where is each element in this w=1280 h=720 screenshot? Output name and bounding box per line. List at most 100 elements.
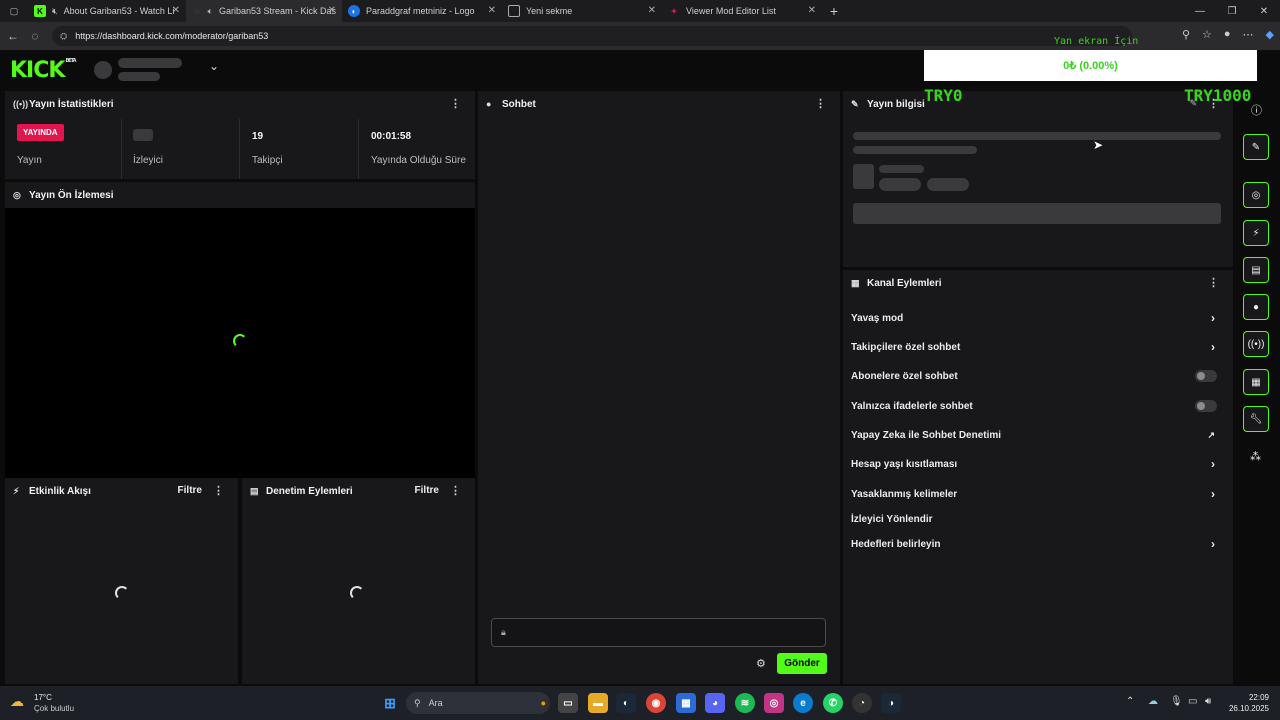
task-view-icon[interactable]: ▭ [558,693,578,713]
action-set-goals[interactable]: Hedefleri belirleyin › [851,534,1217,554]
stream-preview-video[interactable] [5,208,475,478]
microphone-icon[interactable]: 🎙︎ [1170,696,1183,707]
chevron-right-icon: › [1211,457,1215,471]
document-icon[interactable]: ▤ [1243,257,1269,283]
weather-icon[interactable]: ☁ [10,693,30,713]
steam-icon[interactable]: ◐ [616,693,636,713]
action-label: Yapay Zeka ile Sohbet Denetimi [851,429,1002,441]
new-tab-button[interactable]: + [822,3,846,19]
obs-icon[interactable]: ◔ [852,693,872,713]
more-options-icon[interactable]: ⋮ [213,484,224,497]
weather-temp[interactable]: 17°C [34,693,52,702]
window-close-icon[interactable]: ✕ [1248,6,1280,17]
channel-actions-icon[interactable]: ▦ [1243,369,1269,395]
edit-pencil-icon[interactable]: ✎ [1243,134,1269,160]
more-options-icon[interactable]: ⋮ [815,97,826,110]
mouse-cursor-icon: ➤ [1093,138,1104,152]
action-banned-words[interactable]: Yasaklanmış kelimeler › [851,484,1217,504]
preview-tool-icon[interactable]: ◎ [1243,182,1269,208]
weather-desc[interactable]: Çok bulutlu [34,704,74,713]
favorites-icon[interactable]: ☆ [1202,28,1212,41]
external-link-icon: ↗ [1207,429,1215,440]
menu-dots-icon[interactable]: ⋯ [1243,28,1254,41]
action-slow-mode[interactable]: Yavaş mod › [851,308,1217,328]
clock-time[interactable]: 22:09 [1231,693,1269,702]
filter-button[interactable]: Filtre [415,485,439,496]
add-widget-icon[interactable]: ⁂ [1250,450,1261,463]
gear-icon[interactable]: ⚙ [756,657,766,670]
broadcast-icon[interactable]: ((•)) [1243,331,1269,357]
lock-icon: 🔒︎ [501,627,506,637]
profile-icon[interactable]: ● [1224,28,1231,41]
whatsapp-icon[interactable]: ✆ [823,693,843,713]
chat-bubble-icon[interactable]: ● [1243,294,1269,320]
taskbar-search[interactable]: ⚲ Ara ● [406,692,550,714]
send-button[interactable]: Gönder [777,653,827,674]
instagram-icon[interactable]: ◎ [764,693,784,713]
action-label: Hesap yaşı kısıtlaması [851,458,958,470]
moderation-actions-panel: ▤ Denetim Eylemleri Filtre ⋮ [242,478,475,684]
action-label: İzleyici Yönlendir [851,513,933,525]
extensions-icon[interactable]: ⚲ [1182,28,1190,41]
speaker-icon[interactable]: 🔈︎ [208,6,213,17]
onedrive-icon[interactable]: ☁ [1148,696,1158,707]
chevron-down-icon[interactable]: ⌄ [209,59,219,73]
network-icon[interactable]: ▭ [1188,696,1197,707]
clock-date[interactable]: 26.10.2025 [1224,704,1269,713]
info-icon[interactable]: ⓘ [1251,102,1262,118]
search-highlight-icon: ● [540,698,546,708]
subscribers-only-toggle[interactable] [1195,370,1217,382]
restore-icon[interactable]: ❐ [1216,6,1248,17]
action-account-age-restriction[interactable]: Hesap yaşı kısıtlaması › [851,454,1217,474]
chrome-icon[interactable]: ◉ [646,693,666,713]
overlay-goal-box: 0₺ (0.00%) [924,50,1257,81]
filter-button[interactable]: Filtre [178,485,202,496]
wrench-icon: ✎ [851,98,859,109]
stat-label: Takipçi [252,155,283,166]
loading-spinner-icon[interactable]: ◌ [24,29,46,43]
tab-actions-icon[interactable]: ▢ [0,0,28,22]
action-followers-only-chat[interactable]: Takipçilere özel sohbet › [851,337,1217,357]
avatar[interactable] [94,61,112,79]
edge-icon[interactable]: e [793,693,813,713]
close-icon[interactable]: ✕ [648,5,656,16]
spotify-icon[interactable]: ≋ [735,693,755,713]
tab-paragraf-logo[interactable]: ◐ Paraddgraf metniniz - Logo ✕ [342,0,502,22]
close-icon[interactable]: ✕ [328,5,336,16]
tab-viewer-mod-editor-list[interactable]: ✦ Viewer Mod Editor List ✕ [662,0,822,22]
volume-icon[interactable]: 🔊︎ [1205,696,1211,707]
url-field[interactable]: ⛭ https://dashboard.kick.com/moderator/g… [52,26,1132,46]
stat-stream: YAYINDA Yayın [5,121,121,179]
wrench-icon[interactable]: 🔧︎ [1243,406,1269,432]
url-text: https://dashboard.kick.com/moderator/gar… [75,31,269,41]
steam-alt-icon[interactable]: ◑ [881,693,901,713]
emotes-only-toggle[interactable] [1195,400,1217,412]
site-info-icon[interactable]: ⛭ [60,31,67,42]
action-ai-moderation[interactable]: Yapay Zeka ile Sohbet Denetimi ↗ [851,425,1217,445]
chevron-right-icon: › [1211,487,1215,501]
discord-icon[interactable]: ◕ [705,693,725,713]
file-explorer-icon[interactable]: ▬ [588,693,608,713]
chat-input[interactable]: 🔒︎ [491,618,826,647]
more-options-icon[interactable]: ⋮ [450,97,461,110]
tray-chevron-up-icon[interactable]: ⌃ [1126,696,1134,707]
loading-spinner-icon [115,586,129,600]
more-options-icon[interactable]: ⋮ [450,484,461,497]
kick-logo[interactable]: KICKBETA [10,58,77,83]
action-host-viewers[interactable]: İzleyici Yönlendir [851,509,1217,529]
speaker-muted-icon[interactable]: 🔇︎ [52,6,58,17]
store-icon[interactable]: ▦ [676,693,696,713]
close-icon[interactable]: ✕ [808,5,816,16]
back-arrow-icon[interactable]: ← [2,29,24,43]
more-options-icon[interactable]: ⋮ [1208,276,1219,289]
close-icon[interactable]: ✕ [172,5,180,16]
windows-start-icon[interactable]: ⊞ [380,693,400,713]
tab-gariban53-stream[interactable]: ◌ 🔈︎ Gariban53 Stream - Kick Das ✕ [186,0,342,22]
minimize-icon[interactable]: — [1184,6,1216,17]
tab-new-tab[interactable]: Yeni sekme ✕ [502,0,662,22]
close-icon[interactable]: ✕ [488,5,496,16]
lightning-icon[interactable]: ⚡︎ [1243,220,1269,246]
tab-about-gariban53[interactable]: K 🔇︎ About Gariban53 - Watch Li ✕ [28,0,186,22]
copilot-icon[interactable]: ◆ [1266,28,1274,41]
chat-panel: ● Sohbet ⋮ 🔒︎ ⚙ Gönder [478,91,840,684]
